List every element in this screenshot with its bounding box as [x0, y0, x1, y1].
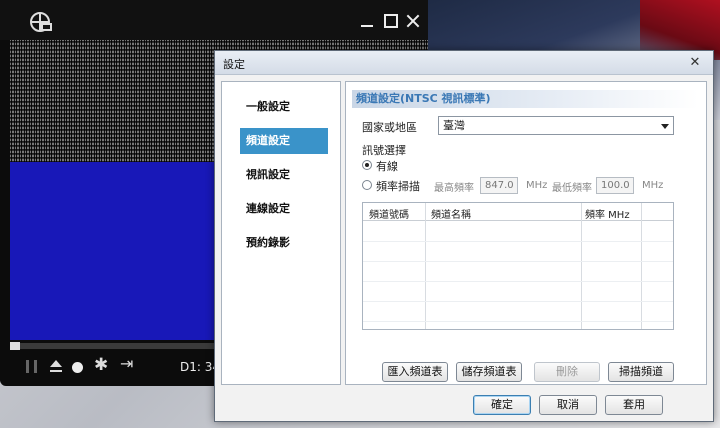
radio-cable-label: 有線: [376, 160, 398, 173]
scan-channels-button[interactable]: 掃描頻道: [608, 362, 674, 382]
col-channel-name[interactable]: 頻道名稱: [431, 206, 471, 221]
min-freq-label: 最低頻率: [552, 183, 592, 194]
gear-icon[interactable]: ✱: [94, 357, 108, 374]
table-row-line: [363, 241, 673, 242]
apply-button[interactable]: 套用: [605, 395, 663, 415]
col-frequency[interactable]: 頻率 MHz: [585, 206, 630, 221]
chevron-down-icon: [661, 124, 669, 129]
table-row-line: [363, 261, 673, 262]
eject-icon[interactable]: [50, 360, 62, 374]
table-header: 頻道號碼 頻道名稱 頻率 MHz: [363, 203, 673, 221]
nav-item-channel[interactable]: 頻道設定: [240, 128, 328, 154]
section-title: 頻道設定(NTSC 視訊標準): [352, 90, 698, 108]
globe-tv-icon: [30, 12, 52, 32]
country-value: 臺灣: [443, 119, 465, 132]
import-channel-list-button[interactable]: 匯入頻道表: [382, 362, 448, 382]
table-divider: [641, 203, 642, 329]
min-freq-unit: MHz: [642, 180, 664, 191]
max-freq-label: 最高頻率: [434, 183, 474, 194]
close-icon[interactable]: [406, 14, 420, 28]
max-freq-unit: MHz: [526, 180, 548, 191]
record-icon[interactable]: [72, 362, 83, 373]
settings-dialog: 設定 ✕ 一般設定 頻道設定 視訊設定 連線設定 預約錄影 頻道設定(NTSC …: [214, 50, 714, 422]
delete-button[interactable]: 刪除: [534, 362, 600, 382]
radio-freq-scan[interactable]: [362, 180, 372, 190]
exit-icon[interactable]: ⇥: [120, 356, 133, 372]
table-row-line: [363, 321, 673, 322]
nav-item-video[interactable]: 視訊設定: [240, 162, 328, 188]
nav-item-schedule[interactable]: 預約錄影: [240, 230, 328, 256]
minimize-icon[interactable]: [360, 14, 374, 28]
table-divider: [425, 203, 426, 329]
seek-thumb[interactable]: [10, 342, 20, 350]
signal-label: 訊號選擇: [362, 144, 406, 157]
channel-table[interactable]: 頻道號碼 頻道名稱 頻率 MHz: [362, 202, 674, 330]
table-divider: [581, 203, 582, 329]
max-freq-input[interactable]: 847.0: [480, 177, 518, 194]
cancel-button[interactable]: 取消: [539, 395, 597, 415]
min-freq-input[interactable]: 100.0: [596, 177, 634, 194]
country-dropdown[interactable]: 臺灣: [438, 116, 674, 135]
settings-nav: 一般設定 頻道設定 視訊設定 連線設定 預約錄影: [221, 81, 341, 385]
nav-item-connection[interactable]: 連線設定: [240, 196, 328, 222]
country-label: 國家或地區: [362, 121, 417, 134]
table-row-line: [363, 281, 673, 282]
save-channel-list-button[interactable]: 儲存頻道表: [456, 362, 522, 382]
pause-icon[interactable]: [26, 360, 37, 373]
dialog-body: 一般設定 頻道設定 視訊設定 連線設定 預約錄影 頻道設定(NTSC 視訊標準)…: [221, 81, 707, 385]
dialog-title: 設定: [223, 58, 245, 71]
dialog-close-icon[interactable]: ✕: [687, 55, 703, 71]
channel-settings-panel: 頻道設定(NTSC 視訊標準) 國家或地區 臺灣 訊號選擇 有線 頻率掃描 最高…: [345, 81, 707, 385]
dialog-titlebar[interactable]: 設定 ✕: [215, 51, 713, 75]
radio-cable[interactable]: [362, 160, 372, 170]
col-channel-number[interactable]: 頻道號碼: [369, 206, 409, 221]
player-titlebar[interactable]: [0, 0, 428, 40]
radio-freq-scan-label: 頻率掃描: [376, 180, 420, 193]
ok-button[interactable]: 確定: [473, 395, 531, 415]
maximize-icon[interactable]: [384, 14, 398, 28]
table-row-line: [363, 301, 673, 302]
nav-item-general[interactable]: 一般設定: [240, 94, 328, 120]
